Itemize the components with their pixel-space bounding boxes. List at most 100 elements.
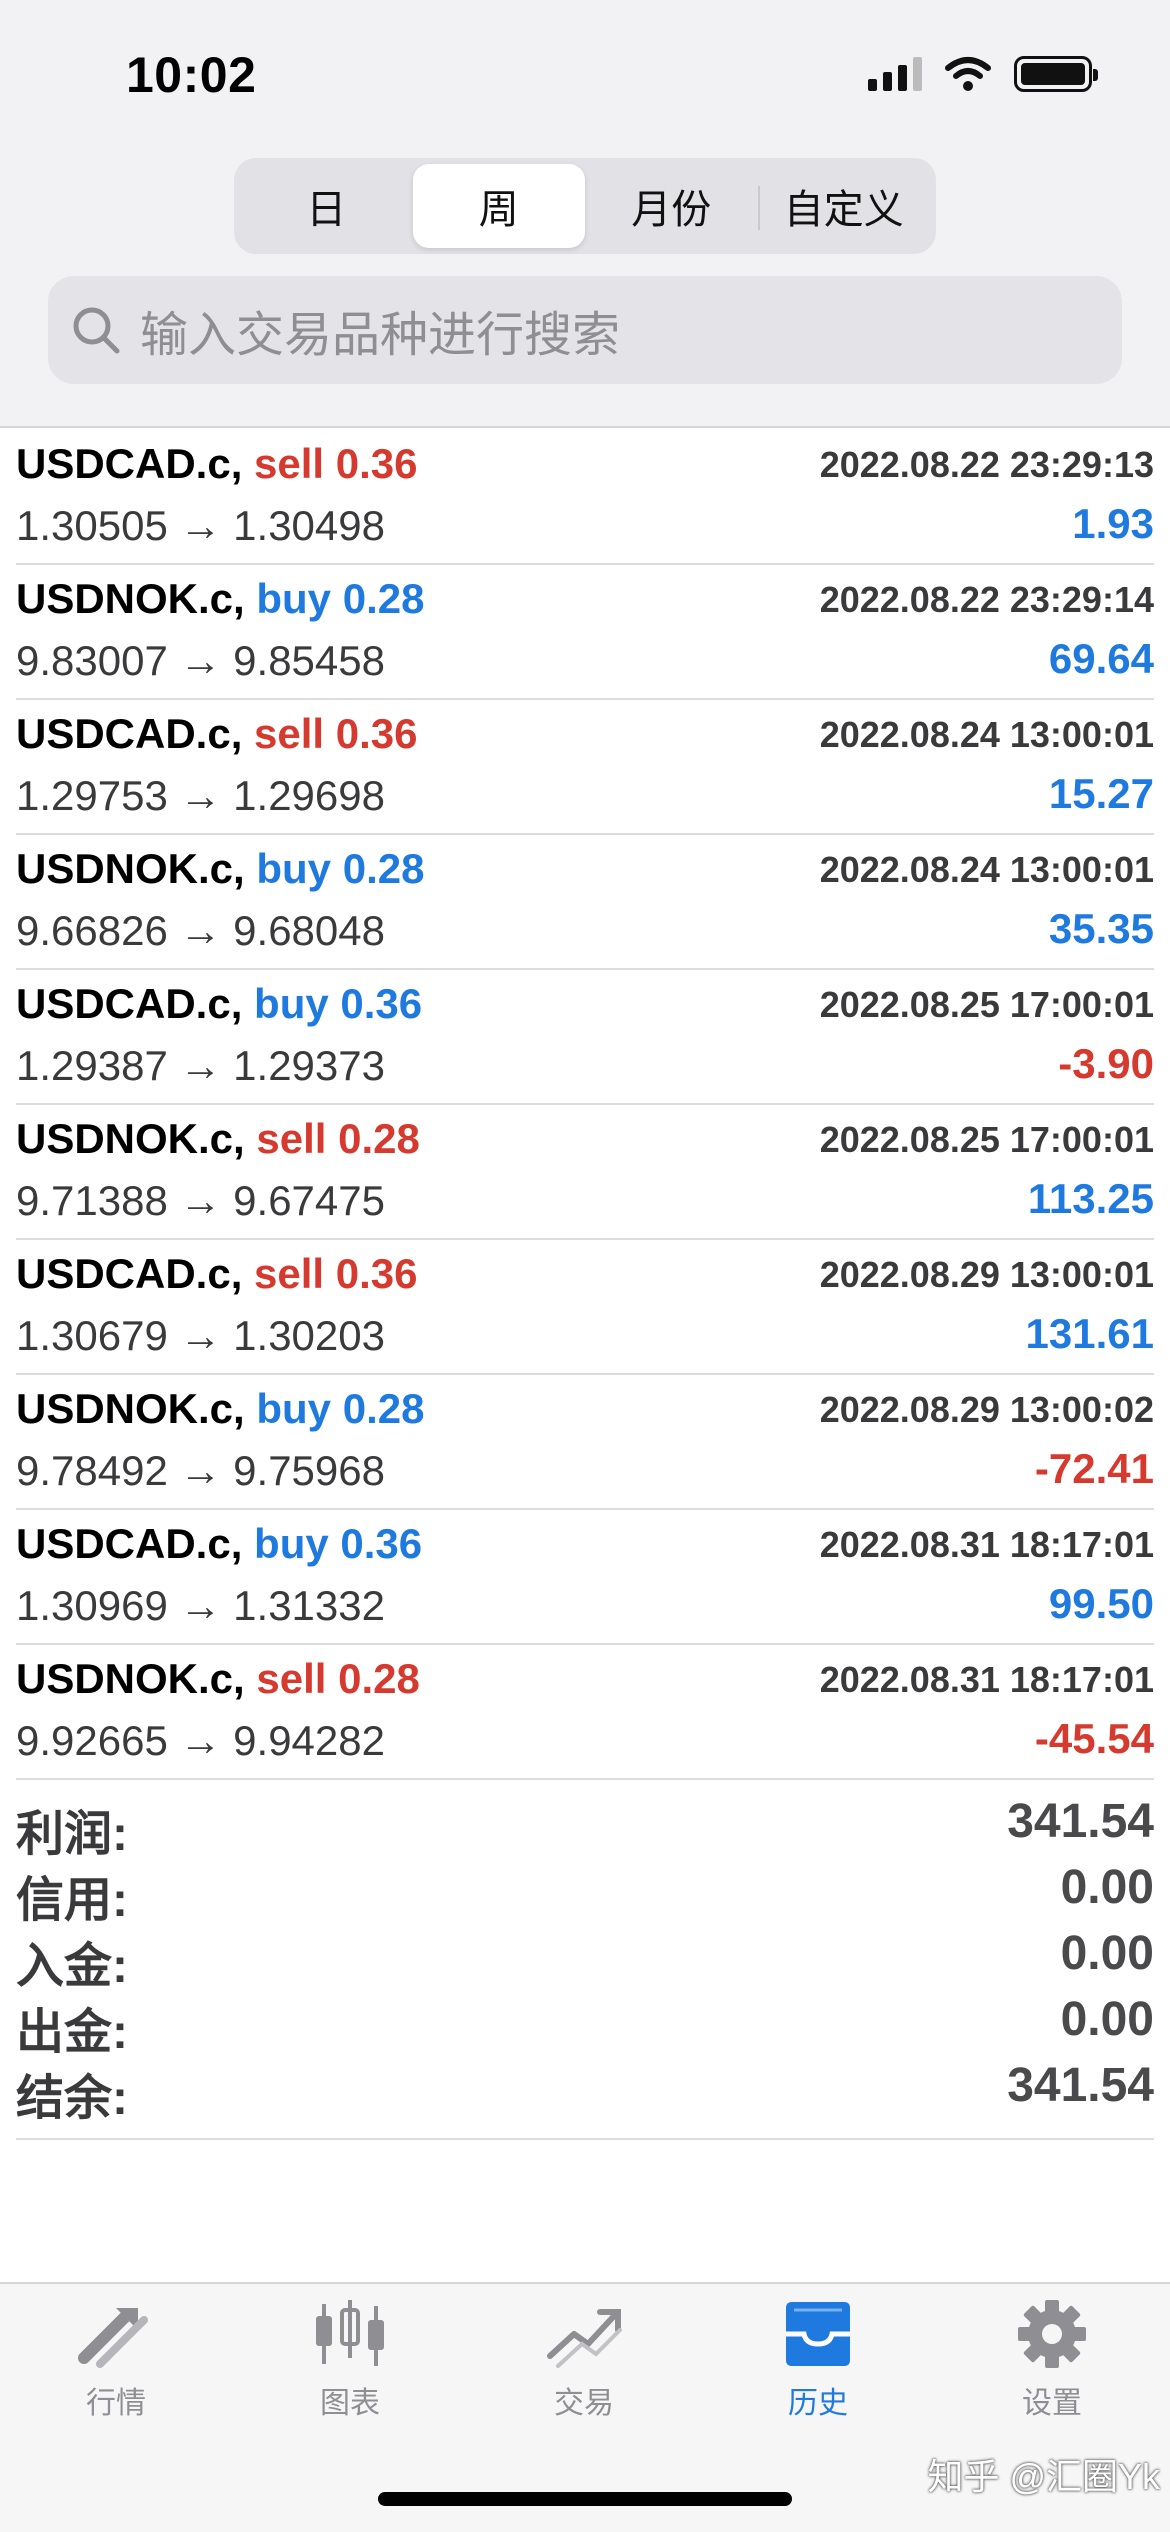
open-price: 9.71388 (16, 1177, 168, 1224)
tab-chart[interactable]: 图表 (270, 2298, 430, 2422)
status-time: 10:02 (126, 47, 257, 103)
trade-symbol: USDNOK.c, (16, 575, 245, 622)
trade-volume: 0.36 (335, 440, 418, 487)
summary-value: 0.00 (1060, 1927, 1154, 1980)
segment-week[interactable]: 周 (412, 164, 585, 248)
tab-history-label: 历史 (788, 2387, 848, 2420)
arrow-glyph: → (179, 502, 222, 549)
segment-month[interactable]: 月份 (585, 164, 758, 248)
trade-row[interactable]: USDNOK.c, sell 0.28 2022.08.31 18:17:01 9.… (16, 1645, 1154, 1780)
trade-row[interactable]: USDNOK.c, sell 0.28 2022.08.25 17:00:01 9.… (16, 1105, 1154, 1240)
trade-prices: 9.78492 → 9.75968 (16, 1447, 385, 1495)
trade-side: buy (254, 1520, 329, 1567)
trade-time: 2022.08.22 23:29:13 (819, 444, 1154, 485)
trade-side: sell (256, 1655, 327, 1702)
trade-row[interactable]: USDNOK.c, buy 0.28 2022.08.24 13:00:01 9.6… (16, 835, 1154, 970)
trade-header: USDCAD.c, buy 0.36 (16, 980, 422, 1028)
trade-volume: 0.36 (335, 1250, 418, 1297)
trade-time: 2022.08.31 18:17:01 (819, 1524, 1154, 1565)
trade-profit: -45.54 (1034, 1715, 1154, 1762)
trade-time: 2022.08.25 17:00:01 (819, 1119, 1154, 1160)
tab-settings-label: 设置 (1022, 2387, 1082, 2420)
trade-side: sell (254, 1250, 325, 1297)
trade-profit: -72.41 (1034, 1445, 1154, 1492)
trade-prices: 9.92665 → 9.94282 (16, 1717, 385, 1765)
trade-symbol: USDCAD.c, (16, 1250, 243, 1297)
close-price: 1.30203 (233, 1312, 385, 1359)
search-placeholder: 输入交易品种进行搜索 (140, 309, 621, 362)
tab-history[interactable]: 历史 (738, 2298, 898, 2422)
trade-symbol: USDNOK.c, (16, 845, 245, 892)
summary-row: 信用: 0.00 (16, 1856, 1154, 1927)
trade-header: USDNOK.c, buy 0.28 (16, 845, 424, 893)
trade-row[interactable]: USDNOK.c, buy 0.28 2022.08.22 23:29:14 9.8… (16, 565, 1154, 700)
trade-side: buy (256, 1385, 332, 1432)
watermark-text: 知乎 @汇圈Yk (927, 2456, 1160, 2497)
trade-row[interactable]: USDCAD.c, sell 0.36 2022.08.24 13:00:01 1.… (16, 700, 1154, 835)
arrow-glyph: → (179, 1042, 222, 1089)
segment-custom[interactable]: 自定义 (757, 164, 931, 248)
trade-row[interactable]: USDCAD.c, sell 0.36 2022.08.29 13:00:01 1.… (16, 1240, 1154, 1375)
trade-symbol: USDCAD.c, (16, 980, 243, 1027)
trade-header: USDNOK.c, buy 0.28 (16, 1385, 424, 1433)
tab-settings[interactable]: 设置 (972, 2298, 1132, 2422)
close-price: 9.68048 (233, 907, 385, 954)
trade-volume: 0.36 (335, 710, 418, 757)
trade-time: 2022.08.22 23:29:14 (819, 579, 1154, 620)
trade-time: 2022.08.24 13:00:01 (819, 714, 1154, 755)
status-icons (868, 56, 1098, 92)
chart-icon (316, 2300, 384, 2366)
trade-header: USDCAD.c, sell 0.36 (16, 1250, 418, 1298)
segment-day[interactable]: 日 (240, 164, 413, 248)
trade-prices: 1.29753 → 1.29698 (16, 772, 385, 820)
trade-symbol: USDNOK.c, (16, 1655, 245, 1702)
open-price: 1.29753 (16, 772, 168, 819)
summary-row: 出金: 0.00 (16, 1988, 1154, 2059)
trade-row[interactable]: USDCAD.c, buy 0.36 2022.08.31 18:17:01 1.3… (16, 1510, 1154, 1645)
open-price: 9.78492 (16, 1447, 168, 1494)
close-price: 1.30498 (233, 502, 385, 549)
summary-label: 出金: (16, 2006, 128, 2059)
summary-row: 利润: 341.54 (16, 1790, 1154, 1861)
trade-side: sell (254, 440, 325, 487)
close-price: 9.67475 (233, 1177, 385, 1224)
trade-icon (547, 2309, 622, 2368)
open-price: 9.83007 (16, 637, 168, 684)
trade-time: 2022.08.25 17:00:01 (819, 984, 1154, 1025)
tab-quotes[interactable]: 行情 (36, 2298, 196, 2422)
history-icon (786, 2302, 850, 2366)
account-summary: 利润: 341.54 信用: 0.00 入金: 0.00 出金: 0.00 结余: 341.54 (16, 1790, 1154, 2140)
trade-profit: -3.90 (1058, 1040, 1154, 1087)
arrow-glyph: → (179, 1312, 222, 1359)
trade-row[interactable]: USDNOK.c, buy 0.28 2022.08.29 13:00:02 9.7… (16, 1375, 1154, 1510)
trade-header: USDNOK.c, sell 0.28 (16, 1655, 420, 1703)
trade-header: USDCAD.c, sell 0.36 (16, 710, 418, 758)
tab-trade[interactable]: 交易 (504, 2298, 664, 2422)
trade-row[interactable]: USDCAD.c, sell 0.36 2022.08.22 23:29:13 1.… (16, 430, 1154, 565)
trade-header: USDCAD.c, sell 0.36 (16, 440, 418, 488)
trade-side: buy (256, 845, 332, 892)
home-indicator (378, 2492, 792, 2506)
arrow-glyph: → (179, 772, 222, 819)
trade-time: 2022.08.29 13:00:01 (819, 1254, 1154, 1295)
open-price: 9.92665 (16, 1717, 168, 1764)
trade-header: USDCAD.c, buy 0.36 (16, 1520, 422, 1568)
bottom-tab-bar: 行情 图表 交易 历史 设置 知乎 @汇圈Yk (0, 2282, 1170, 2532)
trade-profit: 35.35 (1048, 905, 1154, 952)
trade-volume: 0.28 (342, 575, 425, 622)
search-icon (73, 307, 120, 354)
quotes-icon (78, 2308, 148, 2368)
trade-time: 2022.08.29 13:00:02 (819, 1389, 1154, 1430)
open-price: 1.30969 (16, 1582, 168, 1629)
trade-side: sell (254, 710, 325, 757)
symbol-search-field[interactable]: 输入交易品种进行搜索 (48, 276, 1122, 384)
trade-volume: 0.36 (340, 1520, 423, 1567)
trade-prices: 1.30505 → 1.30498 (16, 502, 385, 550)
trade-row[interactable]: USDCAD.c, buy 0.36 2022.08.25 17:00:01 1.2… (16, 970, 1154, 1105)
battery-icon (1014, 56, 1098, 92)
trade-side: buy (254, 980, 329, 1027)
cellular-signal-icon (868, 57, 922, 91)
close-price: 1.31332 (233, 1582, 385, 1629)
arrow-glyph: → (179, 1717, 222, 1764)
trade-header: USDNOK.c, sell 0.28 (16, 1115, 420, 1163)
